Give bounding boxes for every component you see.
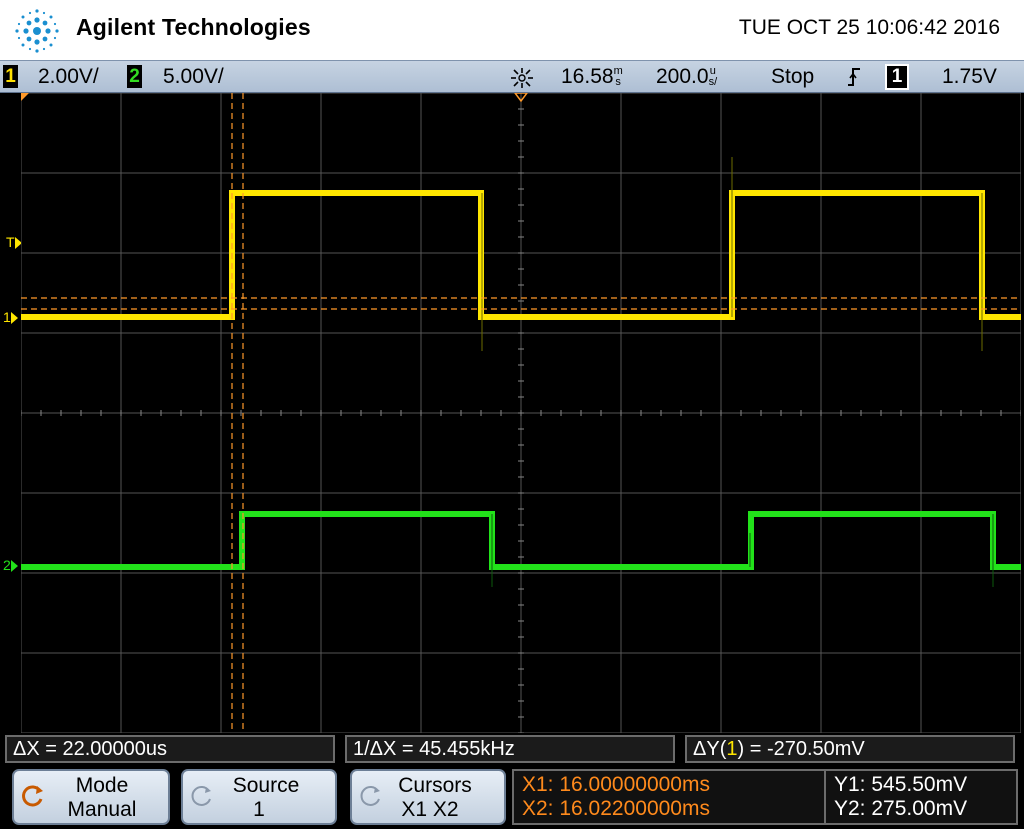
- sunburst-icon: [511, 68, 533, 88]
- brand-name: Agilent Technologies: [76, 14, 311, 40]
- channel-1-indicator[interactable]: 1: [3, 65, 18, 88]
- time-offset-unit-base: s: [615, 76, 621, 88]
- source-label: Source: [232, 774, 300, 797]
- channel-1-scale[interactable]: 2.00V/: [38, 64, 99, 90]
- source-value: 1: [253, 798, 265, 821]
- ch2-marker-label: 2: [3, 557, 11, 573]
- header: Agilent Technologies TUE OCT 25 10:06:42…: [0, 0, 1024, 60]
- cursor-x2-value: X2: 16.02200000ms: [522, 797, 710, 820]
- cursor-y-values: Y1: 545.50mV Y2: 275.00mV: [824, 771, 967, 825]
- timebase-value: 200.0: [656, 65, 709, 88]
- delta-x-readout: ΔX = 22.00000us: [5, 735, 335, 763]
- cursor-y1-value: Y1: 545.50mV: [834, 773, 968, 796]
- source-softkey[interactable]: Source 1: [181, 769, 337, 825]
- delta-y-readout: ΔY(1) = -270.50mV: [685, 735, 1015, 763]
- inverse-delta-x-readout: 1/ΔX = 45.455kHz: [345, 735, 675, 763]
- ch1-marker-label: 1: [3, 309, 11, 325]
- rising-edge-icon[interactable]: [846, 66, 862, 88]
- trigger-source[interactable]: 1: [885, 64, 909, 90]
- cursor-x1-value: X1: 16.00000000ms: [522, 773, 710, 796]
- time-offset[interactable]: 16.58m s: [561, 64, 623, 90]
- timebase-scale[interactable]: 200.0u s/: [656, 64, 717, 90]
- cursors-softkey[interactable]: Cursors X1 X2: [350, 769, 506, 825]
- mode-value: Manual: [67, 798, 137, 821]
- delta-y-value: ) = -270.50mV: [737, 738, 865, 760]
- trigger-level-marker[interactable]: T: [6, 234, 22, 250]
- channel-2-indicator[interactable]: 2: [127, 65, 142, 88]
- waveform-display[interactable]: [21, 93, 1021, 733]
- delta-y-prefix: ΔY(: [693, 738, 727, 760]
- trigger-marker-label: T: [6, 234, 15, 250]
- cursors-label: Cursors: [398, 774, 472, 797]
- cursor-x-values: X1: 16.00000000ms X2: 16.02200000ms: [522, 773, 710, 821]
- time-offset-value: 16.58: [561, 65, 614, 88]
- status-bar: 1 2.00V/ 2 5.00V/ 16.58m s 200.0u s/ Stop …: [0, 60, 1024, 93]
- date-time: TUE OCT 25 10:06:42 2016: [738, 16, 1000, 39]
- delta-y-channel: 1: [726, 738, 738, 760]
- mode-softkey[interactable]: Mode Manual: [12, 769, 170, 825]
- cursor-y2-value: Y2: 275.00mV: [834, 797, 968, 820]
- run-state[interactable]: Stop: [771, 64, 814, 90]
- timebase-unit-base: s/: [708, 76, 718, 88]
- timebase-unit: u s/: [709, 66, 718, 88]
- trigger-level[interactable]: 1.75V: [942, 64, 997, 90]
- agilent-spark-logo-icon: [15, 9, 59, 53]
- mode-label: Mode: [75, 774, 129, 797]
- cursors-value: X1 X2: [401, 798, 459, 821]
- cursor-readout-panel: X1: 16.00000000ms X2: 16.02200000ms Y1: …: [512, 769, 1018, 825]
- channel-2-ground-marker[interactable]: 2: [3, 557, 18, 573]
- channel-2-scale[interactable]: 5.00V/: [163, 64, 224, 90]
- channel-1-ground-marker[interactable]: 1: [3, 309, 18, 325]
- time-offset-unit: ms: [614, 66, 623, 88]
